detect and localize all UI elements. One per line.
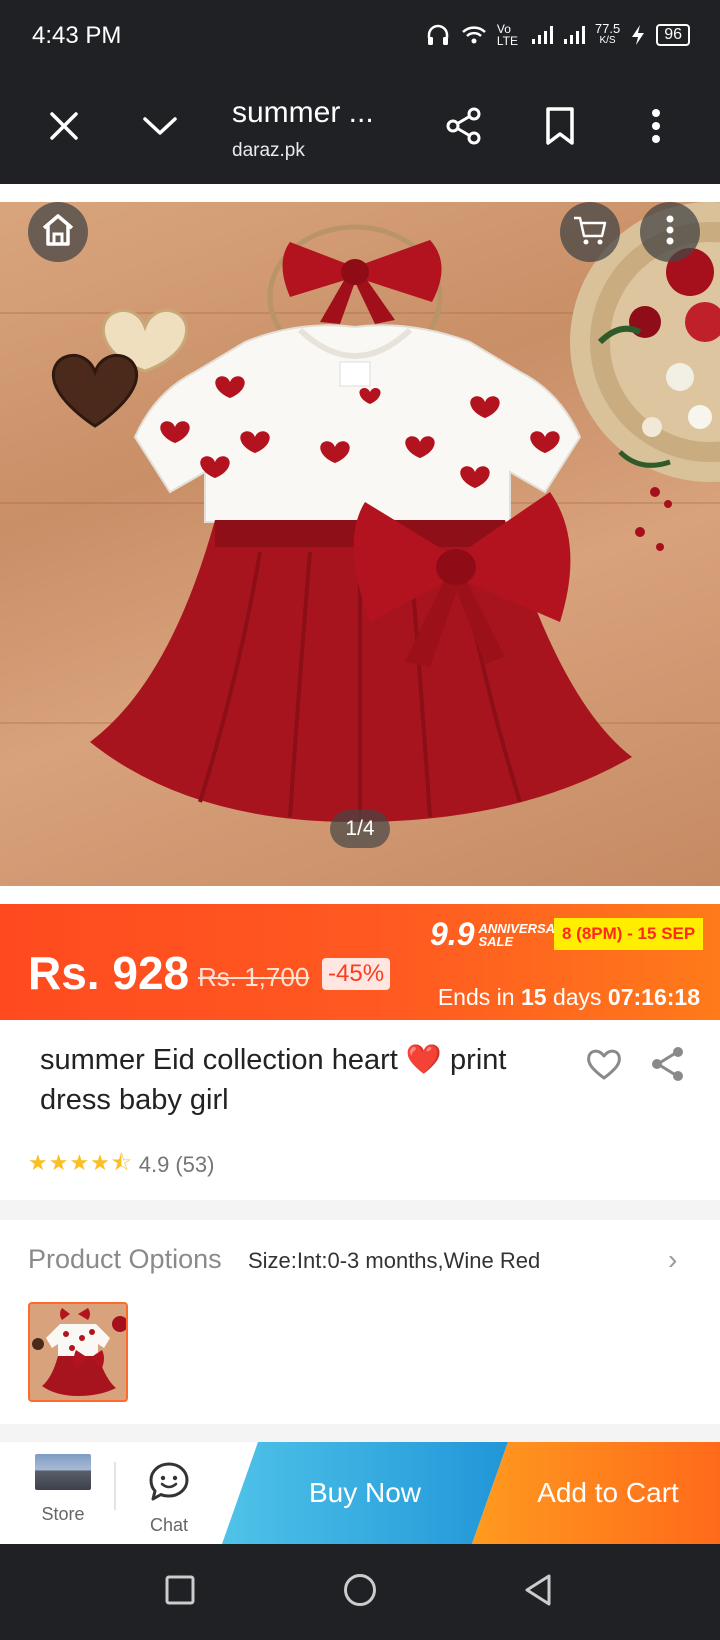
bottom-action-bar: Store Chat Buy Now Add to Cart xyxy=(0,1442,720,1544)
countdown-prefix: Ends in xyxy=(437,984,515,1010)
triangle-back-icon xyxy=(523,1573,553,1612)
rating-count: (53) xyxy=(175,1152,215,1177)
current-price: Rs. 928 xyxy=(28,947,190,999)
sale-number: 9.9 xyxy=(430,916,475,952)
recents-button[interactable] xyxy=(156,1568,204,1616)
circle-icon xyxy=(343,1573,377,1612)
minimize-button[interactable] xyxy=(132,100,188,156)
chevron-right-icon[interactable]: › xyxy=(668,1244,677,1276)
cart-button[interactable] xyxy=(560,202,620,262)
wishlist-button[interactable] xyxy=(584,1044,624,1084)
home-icon xyxy=(38,210,78,255)
gallery-more-button[interactable] xyxy=(640,202,700,262)
chevron-down-icon xyxy=(142,114,178,143)
screen: 4:43 PM Vo LTE 77.5 K/S 96 summer ... da… xyxy=(0,0,720,1640)
store-label: Store xyxy=(41,1504,85,1524)
original-price: Rs. 1,700 xyxy=(198,962,310,992)
add-to-cart-button[interactable]: Add to Cart xyxy=(472,1442,720,1544)
star-rating-icon: ★★★★⯪ xyxy=(28,1150,133,1175)
store-button[interactable]: Store xyxy=(30,1454,96,1525)
system-nav-bar xyxy=(0,1544,720,1640)
product-options-value[interactable]: Size:Int:0-3 months,Wine Red xyxy=(248,1248,540,1274)
cart-icon xyxy=(572,214,608,251)
product-image-gallery[interactable]: 1/4 xyxy=(0,202,720,886)
home-button[interactable] xyxy=(28,202,88,262)
square-icon xyxy=(165,1575,195,1610)
signal-icon xyxy=(531,25,553,45)
bookmark-button[interactable] xyxy=(532,100,588,156)
variant-thumbnail[interactable] xyxy=(28,1302,128,1402)
share-icon xyxy=(444,106,484,151)
home-nav-button[interactable] xyxy=(336,1568,384,1616)
speed-value: 77.5 xyxy=(594,21,621,36)
heart-outline-icon xyxy=(584,1049,624,1088)
status-time: 4:43 PM xyxy=(32,22,122,49)
status-icons: Vo LTE 77.5 K/S 96 xyxy=(425,22,690,48)
countdown-days-label: days xyxy=(552,984,602,1010)
browser-toolbar: summer ... daraz.pk xyxy=(0,72,720,184)
charging-icon xyxy=(630,24,646,46)
more-options-button[interactable] xyxy=(628,100,684,156)
close-button[interactable] xyxy=(36,100,92,156)
chat-icon xyxy=(147,1460,191,1509)
signal-icon xyxy=(563,25,585,45)
countdown-time: 07:16:18 xyxy=(607,984,700,1010)
network-label: Vo LTE xyxy=(496,22,519,48)
product-rating[interactable]: ★★★★⯪ 4.9 (53) xyxy=(28,1146,214,1184)
sale-countdown: Ends in 15 days 07:16:18 xyxy=(438,984,700,1011)
dress-thumbnail-icon xyxy=(30,1304,126,1400)
headphones-icon xyxy=(425,22,451,48)
product-share-button[interactable] xyxy=(648,1044,688,1084)
section-divider xyxy=(0,1200,720,1220)
page-domain: daraz.pk xyxy=(232,140,305,161)
chat-button[interactable]: Chat xyxy=(136,1460,202,1536)
product-options-label: Product Options xyxy=(28,1244,222,1274)
discount-badge: -45% xyxy=(322,958,391,990)
back-button[interactable] xyxy=(514,1568,562,1616)
battery-indicator: 96 xyxy=(656,24,690,46)
share-icon xyxy=(648,1047,688,1088)
share-button[interactable] xyxy=(436,100,492,156)
speed-readout: 77.5 K/S xyxy=(594,21,621,47)
speed-unit: K/S xyxy=(599,35,616,46)
wifi-icon xyxy=(461,24,487,46)
more-vert-icon xyxy=(650,108,662,149)
status-bar: 4:43 PM Vo LTE 77.5 K/S 96 xyxy=(0,0,720,72)
more-vert-icon xyxy=(665,215,675,250)
image-counter: 1/4 xyxy=(330,810,390,848)
sale-logo: 9.9 ANNIVERSARY SALE xyxy=(430,916,573,953)
product-photo xyxy=(51,202,720,822)
chat-label: Chat xyxy=(149,1515,189,1535)
page-title: summer ... xyxy=(232,96,374,129)
bookmark-icon xyxy=(544,106,576,151)
close-icon xyxy=(48,110,80,147)
product-title: summer Eid collection heart ❤️ print dre… xyxy=(40,1044,507,1116)
store-icon xyxy=(35,1454,91,1490)
rating-value: 4.9 xyxy=(138,1152,170,1177)
section-divider xyxy=(0,1424,720,1442)
action-divider xyxy=(114,1462,116,1510)
buy-now-button[interactable]: Buy Now xyxy=(222,1442,508,1544)
price-banner: Rs. 928 Rs. 1,700 -45% 9.9 ANNIVERSARY S… xyxy=(0,904,720,1020)
sale-dates-badge: 8 (8PM) - 15 SEP xyxy=(554,918,704,950)
countdown-days: 15 xyxy=(520,984,547,1010)
